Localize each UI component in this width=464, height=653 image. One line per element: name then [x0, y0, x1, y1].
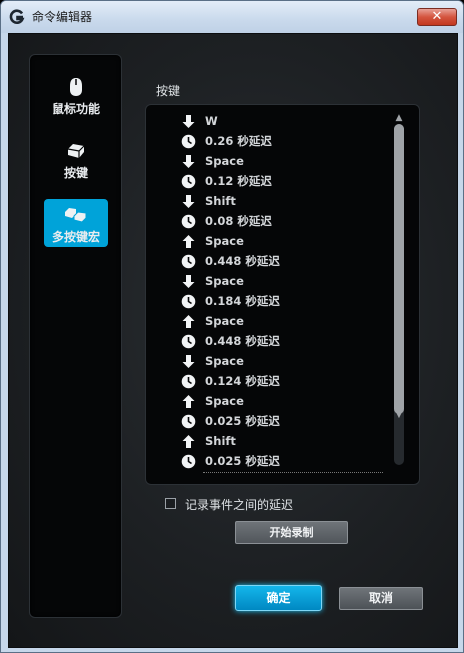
client-area: 鼠标功能 按键 多按键宏 按键 W 0.26 秒延迟 Space 0.12 秒延…	[8, 33, 458, 648]
close-button[interactable]: ✕	[417, 8, 457, 26]
sidebar-item-multi-key-macro[interactable]: 多按键宏	[44, 199, 108, 247]
arrow-up-icon	[181, 394, 196, 409]
arrow-down-icon	[181, 154, 196, 169]
macro-event-text: Shift	[205, 434, 236, 448]
macro-event-row[interactable]: 0.08 秒延迟	[173, 212, 383, 230]
macro-event-text: W	[205, 114, 218, 128]
arrow-down-icon	[181, 194, 196, 209]
macro-event-text: Space	[205, 274, 244, 288]
arrow-down-icon	[181, 114, 196, 129]
macro-event-row[interactable]: Shift	[173, 192, 383, 210]
clock-icon	[181, 134, 196, 149]
clock-icon	[181, 414, 196, 429]
macro-event-row[interactable]: Space	[173, 392, 383, 410]
macro-event-text: 0.26 秒延迟	[205, 134, 272, 148]
clock-icon	[181, 294, 196, 309]
sidebar-item-label: 按键	[63, 166, 88, 180]
macro-event-row[interactable]: W	[173, 112, 383, 130]
list-focus-marker	[203, 472, 383, 473]
macro-event-row[interactable]: 0.448 秒延迟	[173, 252, 383, 270]
macro-event-text: 0.448 秒延迟	[205, 254, 280, 268]
clock-icon	[181, 254, 196, 269]
clock-icon	[181, 214, 196, 229]
command-editor-window: 命令编辑器 ✕ 鼠标功能 按键 多按键宏 按键 W 0.26 秒延迟 Space…	[0, 0, 464, 653]
macro-event-text: 0.448 秒延迟	[205, 334, 280, 348]
macro-event-row[interactable]: 0.124 秒延迟	[173, 372, 383, 390]
macro-event-row[interactable]: 0.12 秒延迟	[173, 172, 383, 190]
macro-event-row[interactable]: Space	[173, 312, 383, 330]
clock-icon	[181, 454, 196, 469]
start-recording-button[interactable]: 开始录制	[235, 521, 348, 544]
keystrokes-label: 按键	[156, 84, 181, 98]
list-scrollbar[interactable]: ▲ ▼	[392, 112, 406, 478]
scroll-down-arrow-icon[interactable]: ▼	[392, 409, 406, 421]
macro-event-text: 0.12 秒延迟	[205, 174, 272, 188]
macro-event-list[interactable]: W 0.26 秒延迟 Space 0.12 秒延迟 Shift 0.08 秒延迟 Space…	[173, 112, 383, 480]
key-icon	[67, 144, 85, 158]
macro-event-text: Shift	[205, 194, 236, 208]
clock-icon	[181, 374, 196, 389]
record-delays-label: 记录事件之间的延迟	[185, 498, 294, 512]
macro-event-row[interactable]: Space	[173, 152, 383, 170]
macro-event-row[interactable]: Space	[173, 232, 383, 250]
title-bar[interactable]: 命令编辑器 ✕	[1, 1, 463, 33]
macro-event-text: Space	[205, 314, 244, 328]
macro-event-row[interactable]: Space	[173, 352, 383, 370]
ok-button[interactable]: 确定	[235, 585, 322, 611]
arrow-up-icon	[181, 434, 196, 449]
macro-event-row[interactable]: 0.448 秒延迟	[173, 332, 383, 350]
scroll-up-arrow-icon[interactable]: ▲	[392, 112, 406, 124]
macro-event-text: Space	[205, 354, 244, 368]
arrow-up-icon	[181, 234, 196, 249]
macro-event-text: 0.025 秒延迟	[205, 454, 280, 468]
macro-event-list-panel: W 0.26 秒延迟 Space 0.12 秒延迟 Shift 0.08 秒延迟 Space…	[145, 104, 420, 485]
macro-event-text: 0.124 秒延迟	[205, 374, 280, 388]
cancel-button[interactable]: 取消	[339, 587, 423, 610]
macro-event-row[interactable]: Shift	[173, 432, 383, 450]
clock-icon	[181, 174, 196, 189]
logitech-logo-icon	[9, 9, 25, 24]
macro-event-text: 0.184 秒延迟	[205, 294, 280, 308]
macro-event-text: 0.08 秒延迟	[205, 214, 272, 228]
function-sidebar: 鼠标功能 按键 多按键宏	[29, 54, 122, 618]
arrow-up-icon	[181, 314, 196, 329]
macro-event-row[interactable]: 0.184 秒延迟	[173, 292, 383, 310]
multi-key-icon	[65, 208, 87, 223]
sidebar-item-label: 多按键宏	[51, 230, 100, 244]
arrow-down-icon	[181, 274, 196, 289]
macro-event-text: Space	[205, 154, 244, 168]
macro-event-row[interactable]: 0.025 秒延迟	[173, 412, 383, 430]
macro-event-row[interactable]: Space	[173, 272, 383, 290]
arrow-down-icon	[181, 354, 196, 369]
macro-event-row[interactable]: 0.26 秒延迟	[173, 132, 383, 150]
macro-event-text: 0.025 秒延迟	[205, 414, 280, 428]
sidebar-item-label: 鼠标功能	[51, 102, 100, 116]
macro-event-row[interactable]: 0.025 秒延迟	[173, 452, 383, 470]
macro-event-text: Space	[205, 394, 244, 408]
window-title: 命令编辑器	[32, 10, 93, 24]
sidebar-item-mouse-function[interactable]: 鼠标功能	[44, 71, 108, 119]
macro-event-text: Space	[205, 234, 244, 248]
sidebar-item-key[interactable]: 按键	[44, 135, 108, 183]
record-delays-checkbox[interactable]	[165, 498, 176, 509]
clock-icon	[181, 334, 196, 349]
mouse-icon	[70, 78, 82, 96]
scroll-thumb[interactable]	[394, 124, 404, 414]
